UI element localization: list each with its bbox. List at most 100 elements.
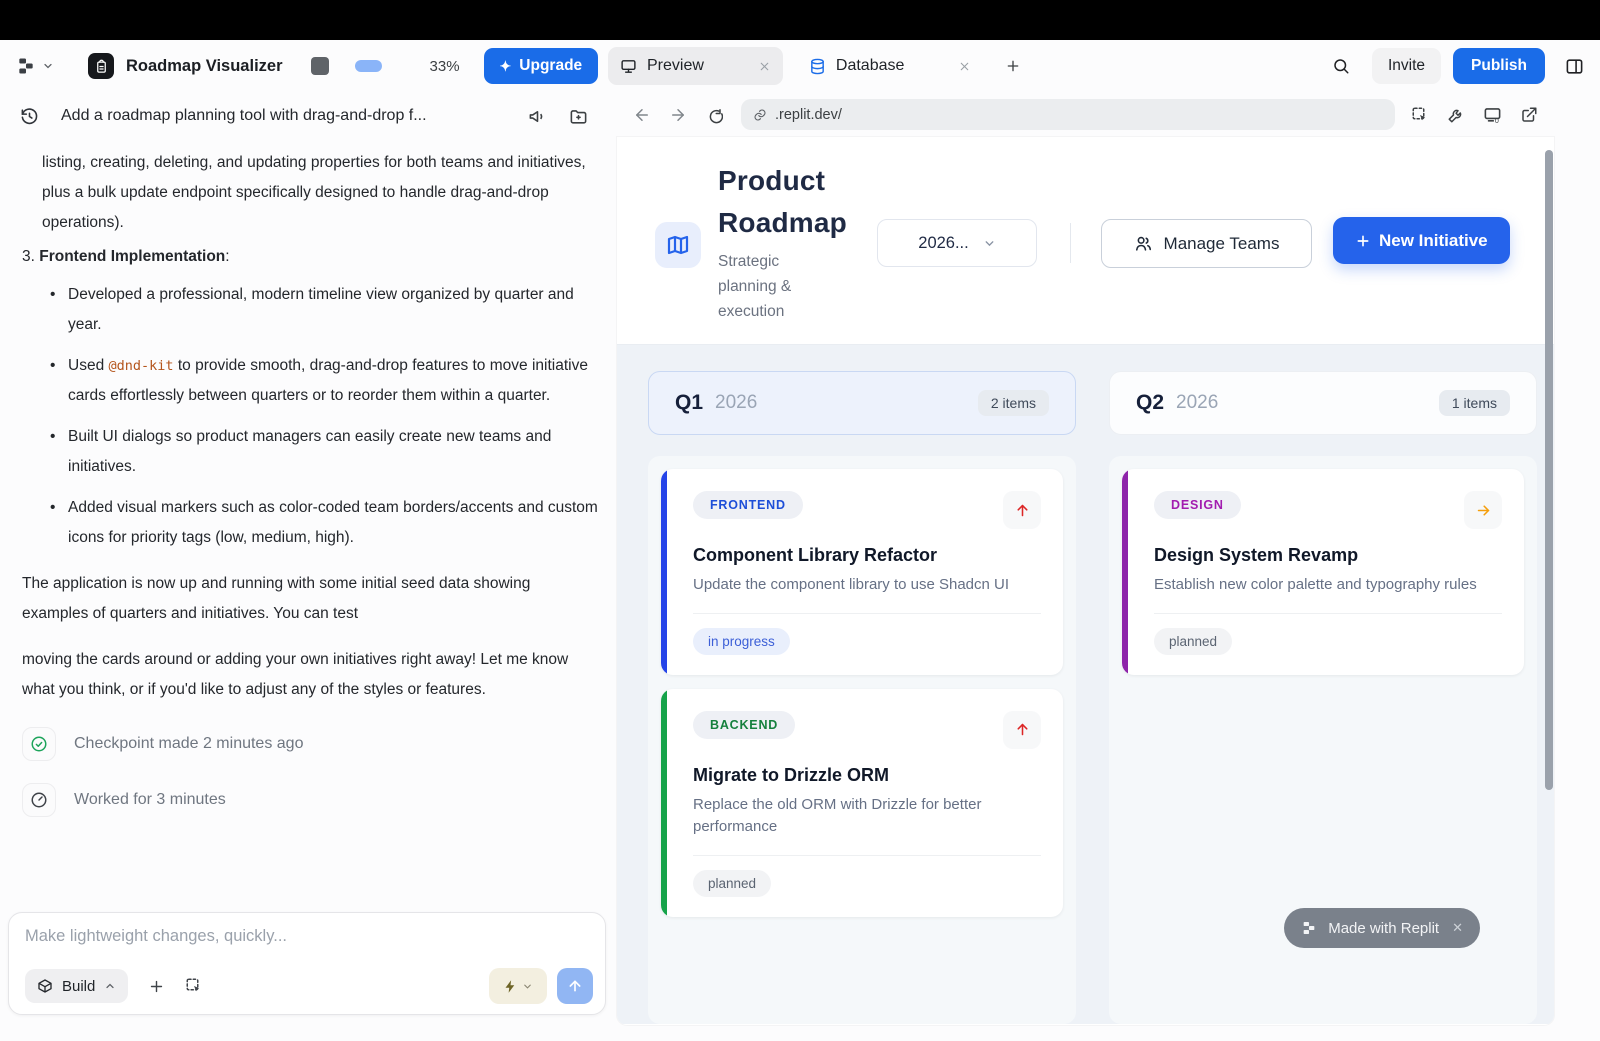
url-bar[interactable]: .replit.dev/ bbox=[741, 99, 1395, 130]
initiative-description: Establish new color palette and typograp… bbox=[1154, 576, 1477, 593]
layout-columns-icon[interactable] bbox=[1565, 57, 1584, 76]
workspace-controls: Roadmap Visualizer 33% ✦ Upgrade bbox=[16, 48, 608, 84]
roadmap-header: Product Roadmap Strategic planning & exe… bbox=[617, 137, 1554, 345]
initiative-title: Component Library Refactor bbox=[693, 545, 938, 565]
publish-button[interactable]: Publish bbox=[1453, 48, 1545, 84]
sparkle-icon: ✦ bbox=[499, 57, 512, 74]
inspect-select-icon[interactable] bbox=[1411, 106, 1429, 124]
initiative-description: Update the component library to use Shad… bbox=[693, 576, 1010, 593]
page-subtitle: Strategic planning & execution bbox=[718, 253, 792, 320]
app-title: Roadmap Visualizer bbox=[126, 56, 283, 75]
priority-high-icon[interactable] bbox=[1003, 491, 1041, 529]
worked-row[interactable]: Worked for 3 minutes bbox=[22, 783, 588, 817]
cube-icon bbox=[37, 978, 53, 994]
close-icon[interactable]: ✕ bbox=[1452, 920, 1463, 936]
team-badge: BACKEND bbox=[693, 710, 796, 739]
made-with-replit-badge[interactable]: Made with Replit ✕ bbox=[1284, 908, 1480, 948]
quarter-header: Q1 2026 2 items bbox=[648, 371, 1076, 435]
tab-database[interactable]: Database bbox=[797, 47, 984, 85]
open-external-icon[interactable] bbox=[1520, 106, 1538, 124]
agent-paragraph: listing, creating, deleting, and updatin… bbox=[42, 154, 586, 231]
new-tab-icon[interactable] bbox=[1005, 58, 1021, 74]
replit-logo-icon bbox=[1301, 920, 1317, 936]
wrench-icon[interactable] bbox=[1447, 106, 1465, 124]
checkpoint-row[interactable]: Checkpoint made 2 minutes ago bbox=[22, 727, 588, 761]
back-icon[interactable] bbox=[633, 106, 651, 124]
bullet-list: Developed a professional, modern timelin… bbox=[50, 280, 608, 553]
status-badge: planned bbox=[1154, 627, 1233, 655]
window-top-strip bbox=[0, 0, 1600, 40]
quarter-dropzone[interactable]: FRONTEND Component Library Refactor Upda… bbox=[648, 456, 1076, 1024]
team-badge: DESIGN bbox=[1154, 491, 1241, 519]
usage-percent: 33% bbox=[429, 57, 460, 75]
cpu-indicator[interactable] bbox=[310, 57, 329, 75]
close-icon[interactable] bbox=[758, 60, 771, 73]
replit-logo-icon[interactable] bbox=[16, 56, 36, 76]
workspace-menu-chevron-icon[interactable] bbox=[42, 60, 54, 72]
composer-input[interactable]: Make lightweight changes, quickly... bbox=[25, 927, 593, 946]
svg-text:0: 0 bbox=[1495, 117, 1499, 124]
bullet: Developed a professional, modern timelin… bbox=[50, 280, 608, 340]
refresh-icon[interactable] bbox=[705, 106, 723, 124]
bullet: Built UI dialogs so product managers can… bbox=[50, 422, 608, 482]
manage-teams-button[interactable]: Manage Teams bbox=[1101, 219, 1312, 268]
attach-plus-icon[interactable] bbox=[148, 978, 165, 995]
app-bar: Roadmap Visualizer 33% ✦ Upgrade Preview… bbox=[0, 40, 1600, 92]
plus-icon bbox=[1355, 233, 1371, 249]
initiative-description: Replace the old ORM with Drizzle for bet… bbox=[693, 795, 982, 836]
top-right-controls: Invite Publish bbox=[1332, 48, 1584, 84]
team-badge: FRONTEND bbox=[693, 491, 803, 519]
gauge-icon bbox=[22, 783, 56, 817]
database-icon bbox=[809, 58, 826, 75]
megaphone-icon[interactable] bbox=[528, 107, 547, 126]
devtools-icon[interactable]: 0 bbox=[1483, 105, 1502, 124]
initiative-card[interactable]: BACKEND Migrate to Drizzle ORM Replace t… bbox=[661, 688, 1063, 917]
invite-button[interactable]: Invite bbox=[1371, 48, 1442, 84]
forward-icon[interactable] bbox=[669, 106, 687, 124]
element-select-icon[interactable] bbox=[185, 977, 203, 995]
new-initiative-button[interactable]: New Initiative bbox=[1333, 217, 1510, 264]
numbered-item: 3. Frontend Implementation: bbox=[22, 248, 230, 265]
initiative-card[interactable]: DESIGN Design System Revamp Establish ne… bbox=[1122, 469, 1524, 675]
agent-chat: listing, creating, deleting, and updatin… bbox=[0, 140, 608, 817]
history-icon[interactable] bbox=[20, 107, 39, 126]
preview-panel: .replit.dev/ 0 Product Roadmap Strategic… bbox=[617, 92, 1554, 1041]
close-icon[interactable] bbox=[958, 60, 971, 73]
folder-plus-icon[interactable] bbox=[569, 107, 588, 126]
tab-preview[interactable]: Preview bbox=[608, 47, 783, 85]
initiative-title: Design System Revamp bbox=[1154, 545, 1359, 565]
agent-paragraph: moving the cards around or adding your o… bbox=[22, 651, 569, 698]
quick-actions-button[interactable] bbox=[489, 968, 547, 1004]
upgrade-button[interactable]: ✦ Upgrade bbox=[483, 48, 599, 84]
quarter-column-q1: Q1 2026 2 items FRONTEND Component Libra… bbox=[648, 371, 1076, 1024]
link-icon bbox=[753, 108, 767, 122]
search-icon[interactable] bbox=[1332, 57, 1350, 75]
chevron-down-icon bbox=[522, 981, 533, 992]
users-icon bbox=[1134, 234, 1153, 253]
chevron-up-icon bbox=[104, 980, 116, 992]
url-text: .replit.dev/ bbox=[775, 106, 842, 123]
preview-scrollbar[interactable] bbox=[1545, 150, 1553, 790]
header-divider bbox=[1070, 223, 1071, 263]
agent-panel: Add a roadmap planning tool with drag-an… bbox=[0, 92, 608, 1041]
bullet: Used @dnd-kit to provide smooth, drag-an… bbox=[50, 351, 608, 411]
priority-medium-icon[interactable] bbox=[1464, 491, 1502, 529]
prompt-title[interactable]: Add a roadmap planning tool with drag-an… bbox=[61, 107, 506, 125]
bullet: Added visual markers such as color-coded… bbox=[50, 493, 608, 553]
app-viewport: Product Roadmap Strategic planning & exe… bbox=[617, 137, 1554, 1025]
ram-indicator[interactable] bbox=[354, 60, 382, 72]
tab-bar: Preview Database bbox=[608, 47, 1021, 85]
send-button[interactable] bbox=[557, 968, 593, 1004]
status-badge: planned bbox=[693, 869, 772, 897]
monitor-icon bbox=[620, 58, 637, 75]
item-count-badge: 2 items bbox=[977, 390, 1049, 416]
mode-selector[interactable]: Build bbox=[25, 969, 129, 1003]
initiative-card[interactable]: FRONTEND Component Library Refactor Upda… bbox=[661, 469, 1063, 675]
composer[interactable]: Make lightweight changes, quickly... Bui… bbox=[8, 912, 606, 1015]
agent-header: Add a roadmap planning tool with drag-an… bbox=[0, 92, 608, 140]
year-filter-select[interactable]: 2026... bbox=[877, 219, 1037, 267]
check-circle-icon bbox=[22, 727, 56, 761]
priority-high-icon[interactable] bbox=[1003, 710, 1041, 749]
chevron-down-icon bbox=[983, 237, 996, 250]
map-icon bbox=[655, 222, 701, 268]
